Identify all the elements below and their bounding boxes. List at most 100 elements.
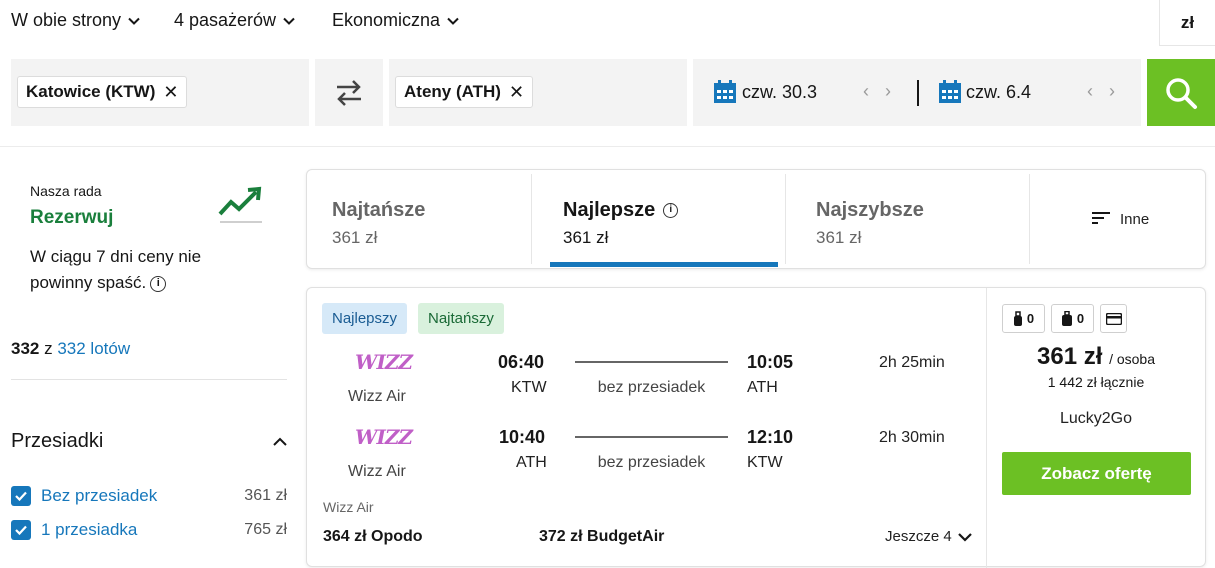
calendar-icon bbox=[714, 80, 736, 103]
search-icon bbox=[1166, 77, 1197, 109]
checkbox-checked-icon[interactable] bbox=[11, 486, 31, 506]
airline-logo: WIZZ bbox=[355, 350, 413, 374]
tab-title-text: Najlepsze bbox=[563, 199, 656, 221]
destination-chip: Ateny (ATH) ✕ bbox=[395, 76, 534, 108]
price-total: 1 442 zł łącznie bbox=[1047, 374, 1145, 390]
flight-duration: 2h 30min bbox=[879, 429, 945, 446]
credit-card-icon bbox=[1105, 312, 1122, 325]
depart-date-value: czw. 30.3 bbox=[742, 82, 818, 102]
passengers-dropdown[interactable]: 4 pasażerów bbox=[174, 10, 296, 31]
more-offers-toggle[interactable]: Jeszcze 4 bbox=[885, 528, 973, 545]
depart-next-arrow-icon[interactable]: › bbox=[885, 81, 891, 102]
results-total-link[interactable]: 332 lotów bbox=[57, 339, 130, 358]
return-next-arrow-icon[interactable]: › bbox=[1109, 81, 1115, 102]
swap-button[interactable] bbox=[315, 59, 383, 126]
tab-price: 361 zł bbox=[563, 228, 609, 247]
origin-field[interactable]: Katowice (KTW) ✕ bbox=[11, 59, 309, 126]
flight-result-card[interactable]: Najlepszy Najtańszy WIZZ Wizz Air 06:40 … bbox=[306, 287, 1206, 568]
trend-up-icon bbox=[218, 186, 262, 223]
results-shown: 332 bbox=[11, 339, 40, 358]
chevron-down-icon bbox=[128, 17, 140, 25]
price-per-person: 361 zł / osoba bbox=[987, 343, 1205, 371]
filter-option-one-stop[interactable]: 1 przesiadka 765 zł bbox=[11, 519, 287, 541]
return-date-field[interactable]: czw. 6.4 ‹ › bbox=[919, 59, 1141, 126]
tab-divider bbox=[785, 174, 786, 264]
filter-option-label: 1 przesiadka bbox=[41, 520, 138, 539]
arrival-time: 10:05 bbox=[747, 352, 794, 372]
departure-airport: KTW bbox=[511, 379, 547, 396]
trip-type-dropdown[interactable]: W obie strony bbox=[11, 10, 141, 31]
arrival-time: 12:10 bbox=[747, 427, 794, 447]
return-prev-arrow-icon[interactable]: ‹ bbox=[1087, 81, 1093, 102]
badge-best: Najlepszy bbox=[322, 303, 408, 334]
cabin-class-label: Ekonomiczna bbox=[332, 10, 441, 30]
stops-label: bez przesiadek bbox=[597, 454, 706, 471]
other-offer[interactable]: 372 zł BudgetAir bbox=[539, 528, 664, 546]
calendar-icon bbox=[939, 80, 961, 103]
depart-prev-arrow-icon[interactable]: ‹ bbox=[863, 81, 869, 102]
airline-name: Wizz Air bbox=[348, 388, 406, 405]
stops-filter-title[interactable]: Przesiadki bbox=[11, 430, 103, 453]
chevron-down-icon bbox=[447, 17, 459, 25]
trip-type-label: W obie strony bbox=[11, 10, 122, 30]
other-offer[interactable]: 364 zł Opodo bbox=[323, 528, 423, 546]
info-icon[interactable]: i bbox=[150, 275, 167, 292]
origin-chip: Katowice (KTW) ✕ bbox=[17, 76, 188, 108]
agency-name: Lucky2Go bbox=[1059, 410, 1133, 427]
currency-selector[interactable]: zł bbox=[1159, 0, 1215, 46]
tab-title: Najlepsze i bbox=[563, 199, 679, 222]
airline-logo: WIZZ bbox=[355, 425, 413, 449]
stops-label: bez przesiadek bbox=[597, 379, 706, 396]
active-tab-indicator bbox=[550, 262, 778, 267]
tab-cheapest[interactable]: Najtańsze 361 zł bbox=[307, 170, 531, 268]
chevron-up-icon[interactable] bbox=[272, 434, 288, 450]
tab-best[interactable]: Najlepsze i 361 zł bbox=[538, 170, 785, 268]
advice-title: Nasza rada bbox=[30, 183, 102, 199]
tab-other[interactable]: Inne bbox=[1030, 170, 1205, 268]
depart-date-field[interactable]: czw. 30.3 ‹ › bbox=[693, 59, 915, 126]
results-sep: z bbox=[39, 339, 58, 358]
origin-value: Katowice (KTW) bbox=[26, 82, 156, 101]
filter-option-price: 361 zł bbox=[244, 487, 287, 504]
cabin-class-dropdown[interactable]: Ekonomiczna bbox=[332, 10, 460, 31]
dates-field: czw. 30.3 ‹ › czw. 6.4 ‹ › bbox=[693, 59, 1141, 126]
return-date-value: czw. 6.4 bbox=[966, 82, 1032, 102]
leg-line bbox=[575, 436, 728, 438]
carry-on-bag-count: 0 bbox=[1076, 311, 1085, 326]
arrival-airport: ATH bbox=[747, 379, 778, 396]
chevron-down-icon bbox=[957, 532, 972, 542]
tab-price: 361 zł bbox=[332, 228, 378, 247]
departure-airport: ATH bbox=[516, 454, 547, 471]
sidebar-divider bbox=[11, 379, 287, 380]
search-button[interactable] bbox=[1147, 59, 1215, 126]
badge-cheapest: Najtańszy bbox=[418, 303, 504, 334]
tab-fastest[interactable]: Najszybsze 361 zł bbox=[791, 170, 1029, 268]
results-count: 332 z 332 lotów bbox=[11, 339, 130, 359]
tab-price: 361 zł bbox=[816, 228, 862, 247]
carry-on-bag: 0 bbox=[1051, 304, 1094, 333]
personal-bag-icon bbox=[1013, 310, 1022, 326]
checkbox-checked-icon[interactable] bbox=[11, 520, 31, 540]
swap-icon bbox=[337, 80, 361, 106]
view-offer-button[interactable]: Zobacz ofertę bbox=[1002, 452, 1191, 495]
destination-value: Ateny (ATH) bbox=[404, 82, 501, 101]
more-offers-label: Jeszcze 4 bbox=[885, 528, 952, 545]
tab-title: Najszybsze bbox=[816, 199, 924, 221]
destination-field[interactable]: Ateny (ATH) ✕ bbox=[389, 59, 687, 126]
departure-time: 10:40 bbox=[499, 427, 546, 447]
info-icon[interactable]: i bbox=[663, 203, 679, 219]
filter-option-price: 765 zł bbox=[244, 521, 287, 538]
remove-destination-icon[interactable]: ✕ bbox=[509, 82, 524, 103]
passengers-label: 4 pasażerów bbox=[174, 10, 277, 30]
flight-duration: 2h 25min bbox=[879, 354, 945, 371]
carry-on-bag-icon bbox=[1061, 310, 1072, 326]
tab-title: Najtańsze bbox=[332, 199, 426, 221]
header-divider bbox=[0, 146, 1215, 147]
filter-option-nonstop[interactable]: Bez przesiadek 361 zł bbox=[11, 485, 287, 507]
arrival-airport: KTW bbox=[747, 454, 783, 471]
remove-origin-icon[interactable]: ✕ bbox=[163, 82, 178, 103]
advice-action: Rezerwuj bbox=[30, 207, 114, 228]
price-value: 361 zł bbox=[1037, 343, 1103, 370]
personal-bag-count: 0 bbox=[1026, 311, 1035, 326]
card-divider bbox=[986, 288, 987, 568]
